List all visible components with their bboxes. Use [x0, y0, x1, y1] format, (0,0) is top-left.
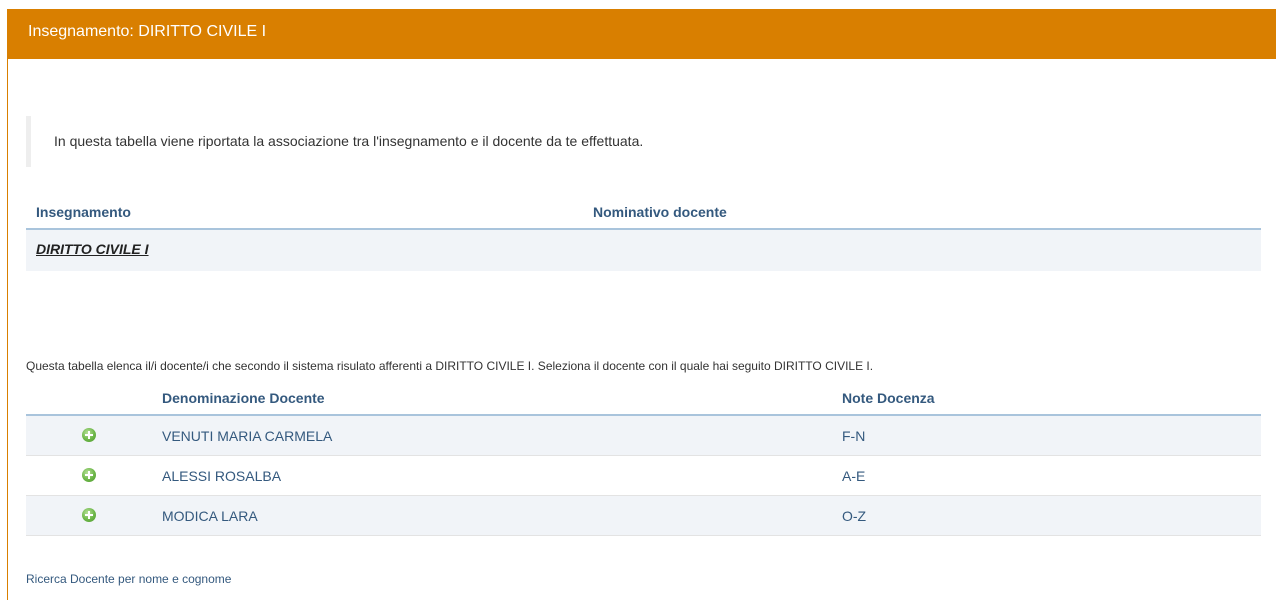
column-header-course: Insegnamento	[36, 204, 131, 220]
teacher-name: VENUTI MARIA CARMELA	[162, 428, 333, 444]
teacher-name: MODICA LARA	[162, 508, 258, 524]
table-row: MODICA LARA O-Z	[26, 496, 1261, 536]
table-row: VENUTI MARIA CARMELA F-N	[26, 416, 1261, 456]
teacher-note: F-N	[842, 428, 866, 444]
column-header-teacher: Nominativo docente	[593, 204, 727, 220]
page-title: Insegnamento: DIRITTO CIVILE I	[8, 9, 1276, 59]
teachers-table-header: Denominazione Docente Note Docenza	[26, 379, 1261, 416]
add-circle-icon[interactable]	[82, 468, 96, 482]
add-circle-icon[interactable]	[82, 428, 96, 442]
teacher-name: ALESSI ROSALBA	[162, 468, 282, 484]
content-frame: Insegnamento: DIRITTO CIVILE I In questa…	[7, 9, 1276, 600]
association-table-header: Insegnamento Nominativo docente	[26, 193, 1261, 230]
search-teacher-link[interactable]: Ricerca Docente per nome e cognome	[26, 572, 231, 586]
column-header-notes: Note Docenza	[842, 390, 935, 406]
teacher-note: O-Z	[842, 508, 867, 524]
association-table: Insegnamento Nominativo docente DIRITTO …	[26, 193, 1261, 271]
course-link[interactable]: DIRITTO CIVILE I	[36, 241, 149, 257]
info-note: In questa tabella viene riportata la ass…	[26, 116, 1261, 167]
add-circle-icon[interactable]	[82, 508, 96, 522]
teachers-description: Questa tabella elenca il/i docente/i che…	[26, 359, 874, 373]
table-row: ALESSI ROSALBA A-E	[26, 456, 1261, 496]
column-header-teacher-name: Denominazione Docente	[162, 390, 325, 406]
table-row: DIRITTO CIVILE I	[26, 230, 1261, 271]
teachers-table: Denominazione Docente Note Docenza VENUT…	[26, 379, 1261, 536]
teacher-note: A-E	[842, 468, 866, 484]
